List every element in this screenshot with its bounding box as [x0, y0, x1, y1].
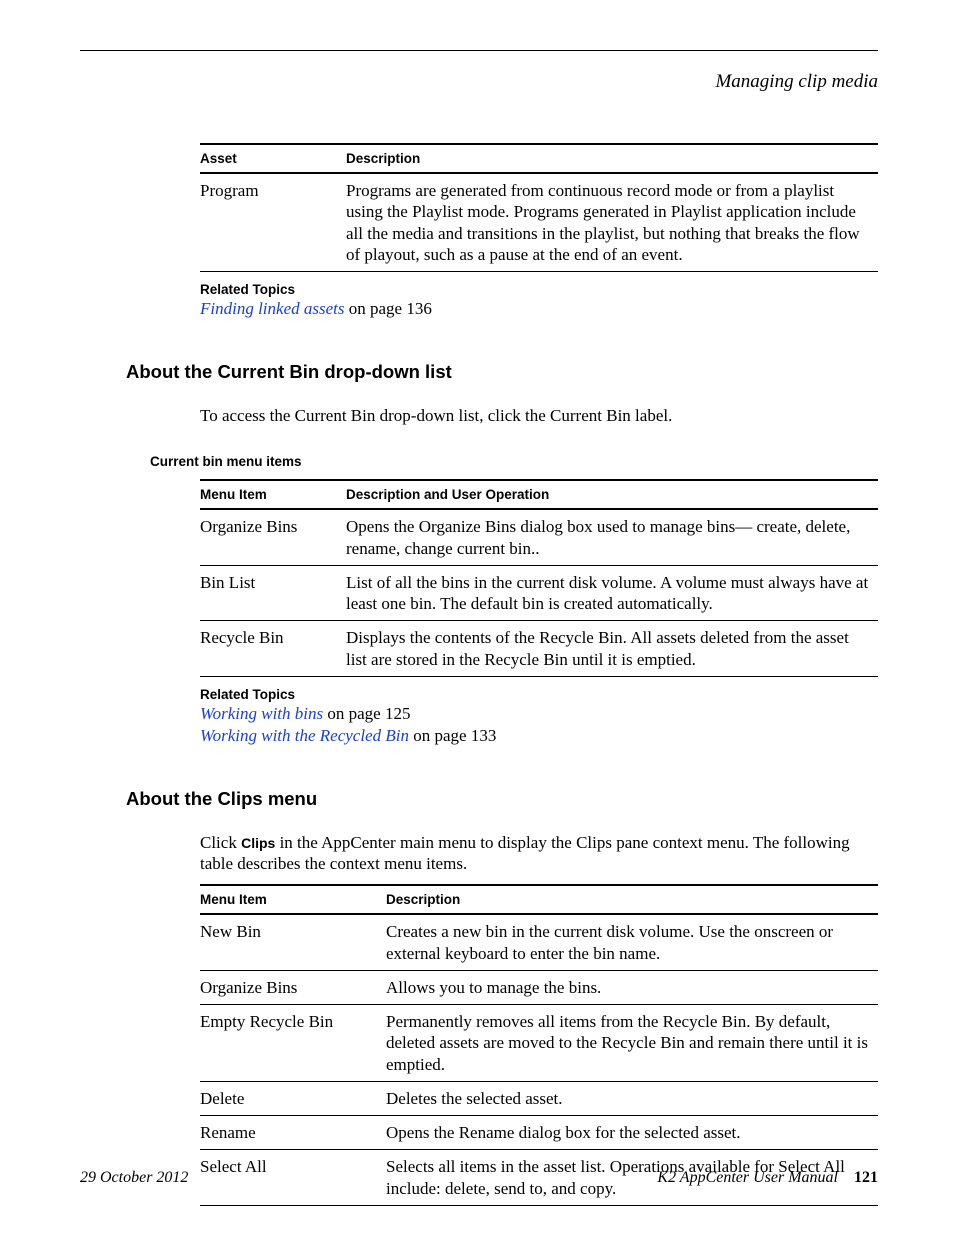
related-topics-heading: Related Topics [200, 687, 878, 702]
cell: Creates a new bin in the current disk vo… [386, 914, 878, 970]
intro-post: in the AppCenter main menu to display th… [200, 833, 850, 873]
cell: New Bin [200, 914, 386, 970]
cell: Opens the Organize Bins dialog box used … [346, 509, 878, 565]
cell: Empty Recycle Bin [200, 1005, 386, 1082]
cell: Program [200, 173, 346, 272]
cell: Recycle Bin [200, 621, 346, 677]
cell: Programs are generated from continuous r… [346, 173, 878, 272]
cell: Organize Bins [200, 970, 386, 1004]
page: Managing clip media Asset Description Pr… [0, 0, 954, 1235]
section1-body: To access the Current Bin drop-down list… [200, 405, 878, 426]
cell: Displays the contents of the Recycle Bin… [346, 621, 878, 677]
section2-intro: Click Clips in the AppCenter main menu t… [200, 832, 878, 875]
footer-manual-title: K2 AppCenter User Manual [657, 1169, 838, 1186]
related-suffix: on page 125 [323, 704, 410, 723]
table-row: Bin List List of all the bins in the cur… [200, 565, 878, 621]
related-suffix: on page 133 [409, 726, 496, 745]
table3-h1: Menu Item [200, 885, 386, 914]
cell: Bin List [200, 565, 346, 621]
cell: List of all the bins in the current disk… [346, 565, 878, 621]
table1-h1: Asset [200, 144, 346, 173]
cell: Deletes the selected asset. [386, 1081, 878, 1115]
related-topic-line: Working with bins on page 125 [200, 704, 878, 724]
page-number: 121 [854, 1169, 878, 1186]
related-topic-line: Finding linked assets on page 136 [200, 299, 878, 319]
intro-pre: Click [200, 833, 241, 852]
table-row: Program Programs are generated from cont… [200, 173, 878, 272]
related-topics-heading: Related Topics [200, 282, 878, 297]
table-row: Empty Recycle Bin Permanently removes al… [200, 1005, 878, 1082]
link-working-with-bins[interactable]: Working with bins [200, 704, 323, 723]
table2-h2: Description and User Operation [346, 480, 878, 509]
table1-h2: Description [346, 144, 878, 173]
table3-h2: Description [386, 885, 878, 914]
table1-wrap: Asset Description Program Programs are g… [200, 143, 878, 319]
cell: Permanently removes all items from the R… [386, 1005, 878, 1082]
subheading-current-bin-menu: Current bin menu items [150, 454, 878, 469]
page-footer: 29 October 2012 K2 AppCenter User Manual… [80, 1169, 878, 1187]
table-row: Organize Bins Opens the Organize Bins di… [200, 509, 878, 565]
related-suffix: on page 136 [344, 299, 431, 318]
clips-menu-table: Menu Item Description New Bin Creates a … [200, 884, 878, 1206]
intro-bold: Clips [241, 835, 275, 851]
cell: Allows you to manage the bins. [386, 970, 878, 1004]
heading-current-bin: About the Current Bin drop-down list [126, 361, 878, 383]
table-row: Recycle Bin Displays the contents of the… [200, 621, 878, 677]
cell: Organize Bins [200, 509, 346, 565]
heading-clips-menu: About the Clips menu [126, 788, 878, 810]
section2-body: Click Clips in the AppCenter main menu t… [200, 832, 878, 1206]
table-row: Organize Bins Allows you to manage the b… [200, 970, 878, 1004]
cell: Opens the Rename dialog box for the sele… [386, 1116, 878, 1150]
running-head: Managing clip media [80, 71, 878, 93]
link-working-with-recycled-bin[interactable]: Working with the Recycled Bin [200, 726, 409, 745]
bin-menu-table: Menu Item Description and User Operation… [200, 479, 878, 677]
link-finding-linked-assets[interactable]: Finding linked assets [200, 299, 344, 318]
footer-date: 29 October 2012 [80, 1169, 188, 1187]
footer-right: K2 AppCenter User Manual 121 [657, 1169, 878, 1187]
table2-h1: Menu Item [200, 480, 346, 509]
asset-table: Asset Description Program Programs are g… [200, 143, 878, 272]
cell: Delete [200, 1081, 386, 1115]
table-row: Delete Deletes the selected asset. [200, 1081, 878, 1115]
cell: Rename [200, 1116, 386, 1150]
table-row: New Bin Creates a new bin in the current… [200, 914, 878, 970]
section1-intro: To access the Current Bin drop-down list… [200, 405, 878, 426]
table-row: Rename Opens the Rename dialog box for t… [200, 1116, 878, 1150]
top-rule [80, 50, 878, 51]
table2-wrap: Menu Item Description and User Operation… [200, 479, 878, 746]
related-topic-line: Working with the Recycled Bin on page 13… [200, 726, 878, 746]
